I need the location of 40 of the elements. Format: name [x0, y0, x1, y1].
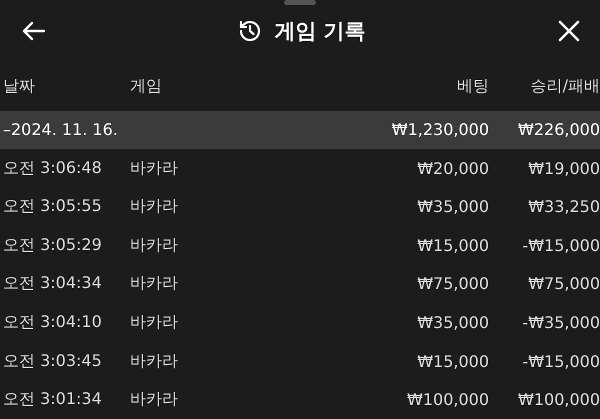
result-cell-text: -₩35,000	[521, 312, 600, 332]
column-header: 게임	[129, 76, 163, 97]
result-cell-text: ₩100,000	[517, 390, 600, 410]
time-cell-text: 오전 3:05:55	[2, 196, 103, 218]
bet-cell-text: ₩35,000	[416, 197, 490, 216]
game-cell-text: 바카라	[129, 273, 179, 294]
back-arrow-icon[interactable]	[22, 21, 46, 42]
result-cell-text: -₩15,000	[521, 352, 600, 371]
bet-cell-text: ₩75,000	[416, 274, 490, 294]
page-title: 게임 기록	[274, 18, 366, 46]
game-cell-text: 바카라	[129, 312, 179, 333]
time-cell-text: 오전 3:01:34	[2, 389, 103, 410]
result-cell-text: ₩33,250	[527, 197, 600, 216]
total-result: ₩226,000	[517, 120, 600, 140]
result-cell-text: ₩75,000	[527, 274, 600, 294]
result-cell-text: ₩19,000	[527, 158, 600, 178]
drag-handle[interactable]	[284, 0, 316, 5]
game-cell-text: 바카라	[129, 234, 179, 256]
total-bet: ₩1,230,000	[390, 120, 490, 140]
column-header: 날짜	[2, 76, 36, 97]
time-cell-text: 오전 3:06:48	[2, 158, 103, 179]
history-icon	[238, 19, 262, 44]
date-group-label[interactable]: –2024. 11. 16.	[0, 120, 367, 140]
game-cell-text: 바카라	[129, 158, 179, 179]
time-cell-text: 오전 3:04:10	[2, 312, 103, 333]
game-cell-text: 바카라	[129, 350, 179, 372]
bet-cell-text: ₩100,000	[406, 390, 490, 410]
column-header: 베팅	[456, 76, 490, 97]
bet-cell-text: ₩15,000	[416, 236, 490, 255]
bet-cell-text: ₩15,000	[416, 352, 490, 371]
time-cell-text: 오전 3:04:34	[2, 273, 103, 294]
close-icon[interactable]	[558, 20, 580, 42]
bet-cell-text: ₩35,000	[416, 312, 490, 332]
result-cell-text: -₩15,000	[521, 236, 600, 255]
game-cell-text: 바카라	[129, 196, 179, 218]
game-cell-text: 바카라	[129, 389, 179, 410]
time-cell-text: 오전 3:03:45	[2, 350, 103, 372]
time-cell-text: 오전 3:05:29	[2, 234, 103, 256]
bet-cell-text: ₩20,000	[416, 158, 490, 178]
column-header: 승리/패배	[530, 76, 600, 97]
